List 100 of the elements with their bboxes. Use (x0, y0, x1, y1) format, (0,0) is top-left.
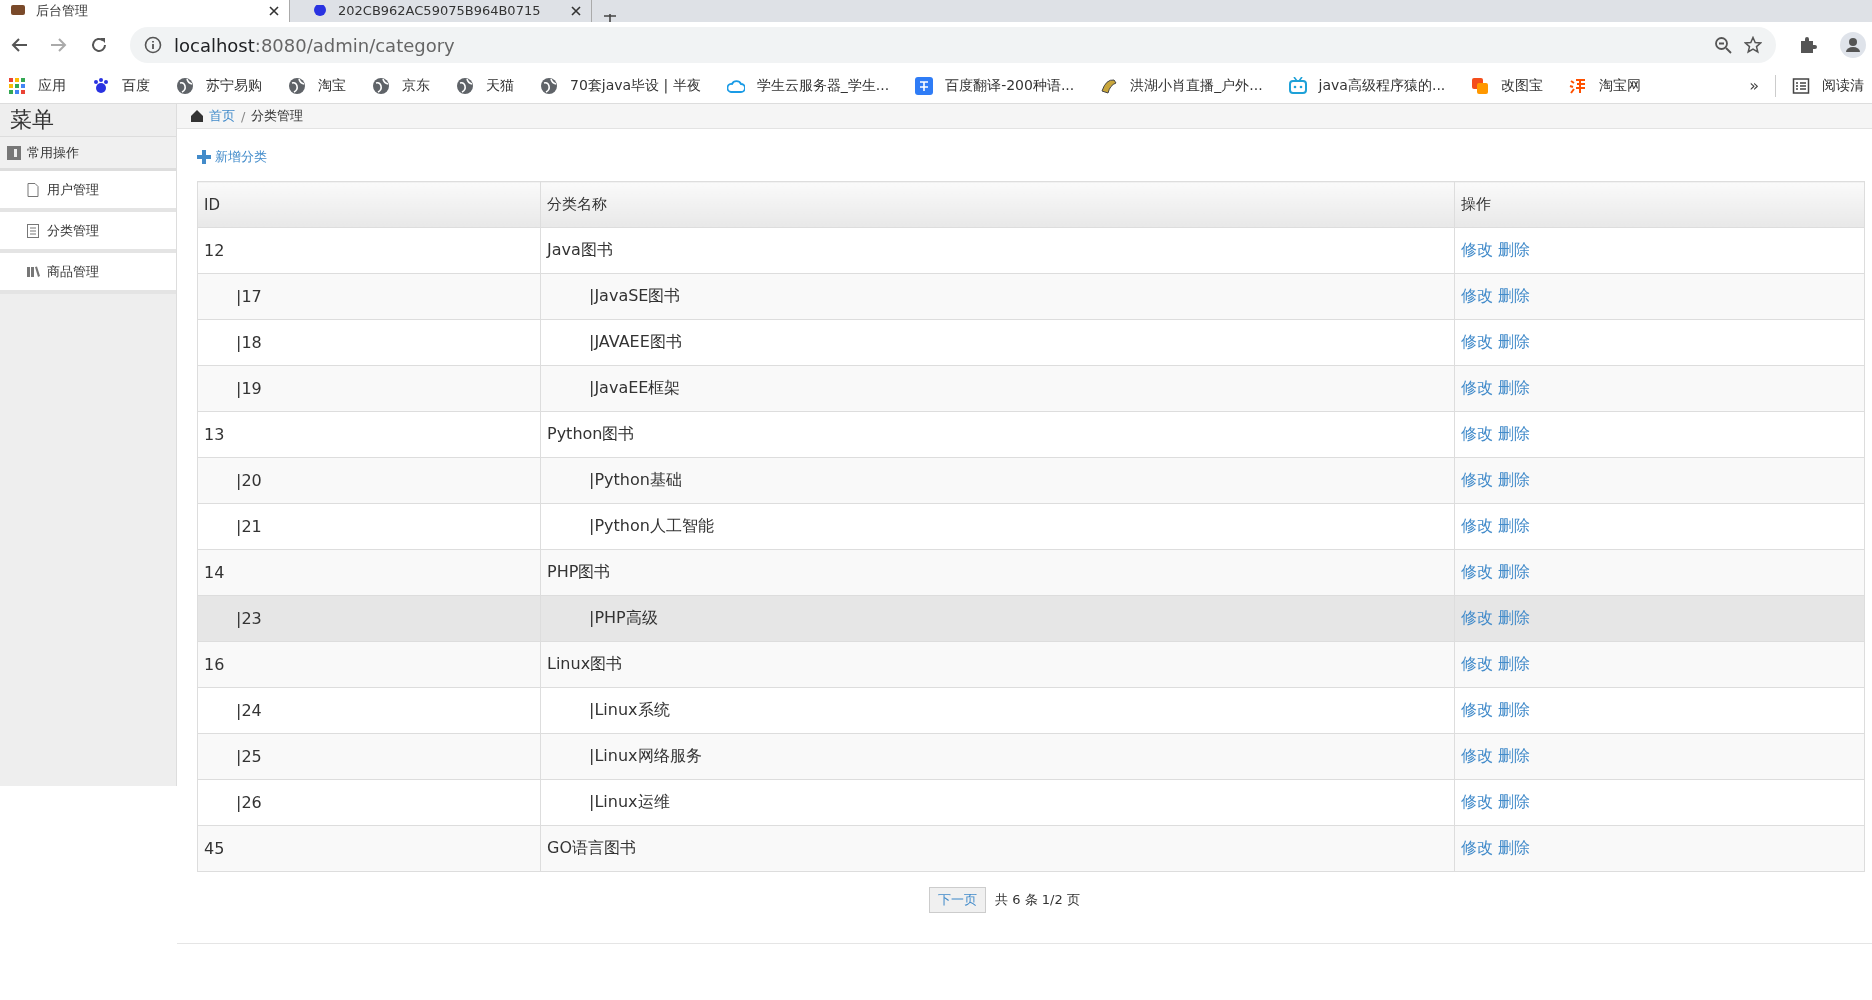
edit-link[interactable]: 修改 (1461, 746, 1493, 765)
edit-link[interactable]: 修改 (1461, 516, 1493, 535)
table-cell: |JavaSE图书 (540, 273, 1455, 320)
bookmark-item[interactable]: 淘宝网 (1569, 76, 1642, 95)
tab-title: 202CB962AC59075B964B0715 (338, 3, 542, 19)
home-icon (191, 110, 203, 122)
favicon-icon (10, 5, 26, 17)
bookmark-item[interactable]: java高级程序猿的... (1288, 76, 1446, 95)
table-cell: 12 (197, 227, 541, 274)
sidebar-title: 菜单 (10, 106, 54, 134)
bookmark-item[interactable]: 百度 (92, 76, 150, 95)
close-icon[interactable] (571, 6, 581, 16)
table-cell: |19 (197, 365, 541, 412)
bookmark-item[interactable]: 京东 (372, 76, 430, 95)
delete-link[interactable]: 删除 (1498, 562, 1531, 581)
delete-link[interactable]: 删除 (1498, 792, 1531, 811)
globe-icon (176, 76, 194, 95)
table-cell: 14 (197, 549, 541, 596)
bookmark-item[interactable]: 苏宁易购 (176, 76, 262, 95)
table-cell: |PHP高级 (540, 595, 1455, 642)
table-cell: |Linux网络服务 (540, 733, 1455, 780)
delete-link[interactable]: 删除 (1498, 378, 1531, 397)
edit-link[interactable]: 修改 (1461, 332, 1493, 351)
more-bookmarks-button[interactable]: » (1749, 76, 1759, 95)
table-cell: |23 (197, 595, 541, 642)
edit-link[interactable]: 修改 (1461, 838, 1493, 857)
edit-link[interactable]: 修改 (1461, 378, 1493, 397)
bookmark-item[interactable]: 70套java毕设 | 半夜 (540, 76, 701, 95)
delete-link[interactable]: 删除 (1498, 608, 1531, 627)
bookmark-item[interactable]: 应用 (8, 76, 66, 95)
add-category-link[interactable]: 新增分类 (197, 148, 267, 166)
page-summary: 共 6 条 1/2 页 (995, 891, 1080, 909)
column-header: ID (197, 181, 541, 228)
edit-link[interactable]: 修改 (1461, 470, 1493, 489)
browser-tab[interactable]: 后台管理 (0, 0, 290, 22)
edit-link[interactable]: 修改 (1461, 286, 1493, 305)
delete-link[interactable]: 删除 (1498, 746, 1531, 765)
edit-link[interactable]: 修改 (1461, 562, 1493, 581)
next-page-button[interactable]: 下一页 (929, 887, 987, 913)
delete-link[interactable]: 删除 (1498, 516, 1531, 535)
table-cell: |Python基础 (540, 457, 1455, 504)
bookmark-item[interactable]: 淘宝 (288, 76, 346, 95)
table-cell: Java图书 (540, 227, 1455, 274)
edit-link[interactable]: 修改 (1461, 608, 1493, 627)
sidebar-item[interactable]: 分类管理 (0, 212, 176, 253)
table-cell: 13 (197, 411, 541, 458)
delete-link[interactable]: 删除 (1498, 470, 1531, 489)
breadcrumb-link[interactable]: 首页 (209, 107, 235, 125)
sidebar-item[interactable]: 用户管理 (0, 171, 176, 212)
reading-list-button[interactable]: 阅读清 (1792, 76, 1864, 95)
plus-icon (197, 150, 211, 164)
bookmark-item[interactable]: 天猫 (456, 76, 514, 95)
url-text: localhost:8080/admin/category (174, 34, 455, 56)
table-cell: |Linux运维 (540, 779, 1455, 826)
edit-link[interactable]: 修改 (1461, 240, 1493, 259)
breadcrumb-current: 分类管理 (251, 107, 304, 125)
reload-icon[interactable] (90, 36, 108, 54)
globe-icon (456, 76, 474, 95)
delete-link[interactable]: 删除 (1498, 332, 1531, 351)
globe-icon (288, 76, 306, 95)
delete-link[interactable]: 删除 (1498, 700, 1531, 719)
bookmark-item[interactable]: 改图宝 (1471, 76, 1544, 95)
table-cell: Python图书 (540, 411, 1455, 458)
table-cell: |20 (197, 457, 541, 504)
tv-icon (1288, 76, 1307, 95)
table-cell: |JAVAEE图书 (540, 319, 1455, 366)
table-cell: |Linux系统 (540, 687, 1455, 734)
sidebar-item[interactable]: 商品管理 (0, 253, 176, 294)
star-icon[interactable] (1744, 36, 1762, 54)
zoom-out-icon[interactable] (1714, 36, 1732, 54)
bookmark-icon (7, 145, 21, 160)
globe-icon (540, 76, 558, 95)
delete-link[interactable]: 删除 (1498, 654, 1531, 673)
list-icon (27, 223, 40, 238)
edit-link[interactable]: 修改 (1461, 700, 1493, 719)
delete-link[interactable]: 删除 (1498, 286, 1531, 305)
translate-icon (915, 76, 934, 95)
squares-icon (1471, 76, 1490, 95)
delete-link[interactable]: 删除 (1498, 424, 1531, 443)
table-cell: |26 (197, 779, 541, 826)
back-icon[interactable] (10, 37, 28, 53)
profile-icon[interactable] (1840, 32, 1866, 58)
table-cell: |25 (197, 733, 541, 780)
bookmark-item[interactable]: 洪湖小肖直播_户外... (1100, 76, 1263, 95)
edit-link[interactable]: 修改 (1461, 792, 1493, 811)
apps-grid-icon (8, 76, 26, 95)
puzzle-icon[interactable] (1798, 35, 1818, 55)
bookmark-item[interactable]: 百度翻译-200种语... (915, 76, 1075, 95)
address-bar[interactable]: localhost:8080/admin/category (130, 27, 1776, 63)
new-tab-icon[interactable] (604, 14, 616, 22)
bookmark-item[interactable]: 学生云服务器_学生... (726, 76, 890, 95)
table-cell: GO语言图书 (540, 825, 1455, 872)
edit-link[interactable]: 修改 (1461, 654, 1493, 673)
close-icon[interactable] (269, 6, 279, 16)
books-icon (27, 264, 40, 279)
table-cell: 16 (197, 641, 541, 688)
edit-link[interactable]: 修改 (1461, 424, 1493, 443)
delete-link[interactable]: 删除 (1498, 838, 1531, 857)
table-cell: 45 (197, 825, 541, 872)
delete-link[interactable]: 删除 (1498, 240, 1531, 259)
